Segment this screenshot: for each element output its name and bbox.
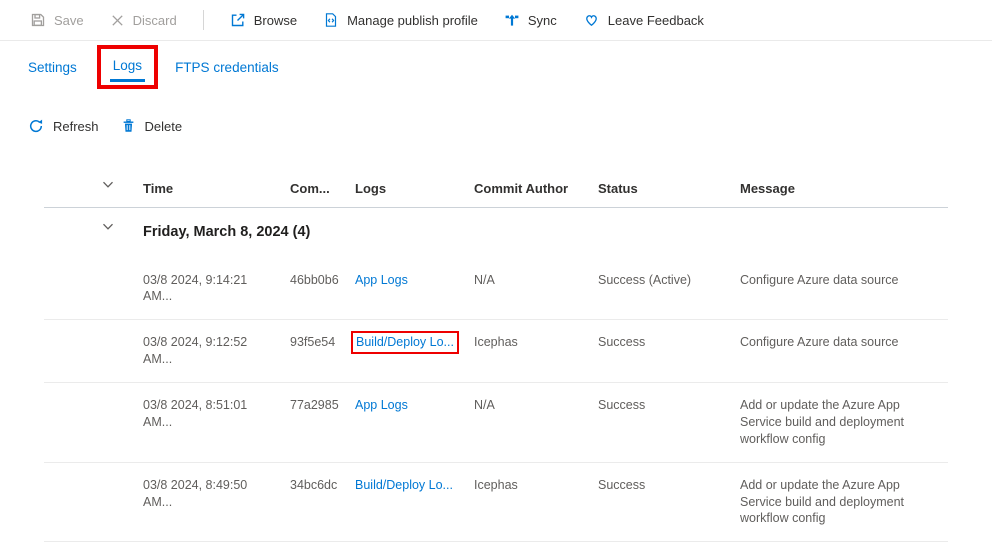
trash-icon xyxy=(121,118,136,134)
cell-time: 03/8 2024, 8:51:01 AM... xyxy=(143,383,290,462)
delete-button[interactable]: Delete xyxy=(121,118,183,134)
refresh-icon xyxy=(28,118,44,134)
tab-ftps-credentials[interactable]: FTPS credentials xyxy=(175,52,279,83)
leave-feedback-label: Leave Feedback xyxy=(608,13,704,28)
toolbar: Save Discard Browse Manage publi xyxy=(0,0,992,41)
publish-profile-icon xyxy=(323,12,339,28)
table-row[interactable]: 03/8 2024, 9:14:21 AM... 46bb0b6 App Log… xyxy=(44,258,948,321)
cell-author: Icephas xyxy=(474,320,598,382)
table-row[interactable]: 03/8 2024, 9:12:52 AM... 93f5e54 Build/D… xyxy=(44,320,948,383)
leave-feedback-button[interactable]: Leave Feedback xyxy=(583,12,704,28)
cell-time: 03/8 2024, 9:14:21 AM... xyxy=(143,258,290,320)
delete-label: Delete xyxy=(145,119,183,134)
cell-author: N/A xyxy=(474,258,598,320)
cell-message: Configure Azure data source xyxy=(740,258,948,320)
row-expander-spacer xyxy=(44,383,143,462)
cell-commit: 46bb0b6 xyxy=(290,258,355,320)
column-header-commit[interactable]: Com... xyxy=(290,170,355,207)
sync-icon xyxy=(504,12,520,28)
collapse-all-chevron[interactable] xyxy=(44,170,143,207)
build-deploy-link-annotation-box: Build/Deploy Lo... xyxy=(351,331,459,354)
toolbar-separator xyxy=(203,10,204,30)
cell-status: Success xyxy=(598,320,740,382)
group-header-label: Friday, March 8, 2024 (4) xyxy=(143,208,948,258)
discard-label: Discard xyxy=(133,13,177,28)
browse-button[interactable]: Browse xyxy=(230,12,297,28)
browse-external-icon xyxy=(230,12,246,28)
manage-publish-profile-label: Manage publish profile xyxy=(347,13,478,28)
column-header-status[interactable]: Status xyxy=(598,170,740,207)
cell-message: Configure Azure data source xyxy=(740,320,948,382)
table-header-row: Time Com... Logs Commit Author Status Me… xyxy=(44,170,948,208)
cell-status: Success xyxy=(598,463,740,542)
table-row[interactable]: 03/8 2024, 8:49:50 AM... 34bc6dc Build/D… xyxy=(44,463,948,543)
column-header-logs[interactable]: Logs xyxy=(355,170,474,207)
cell-commit: 77a2985 xyxy=(290,383,355,462)
column-header-message[interactable]: Message xyxy=(740,170,948,207)
discard-button[interactable]: Discard xyxy=(110,13,177,28)
cell-message: Add or update the Azure App Service buil… xyxy=(740,383,948,462)
column-header-commit-author[interactable]: Commit Author xyxy=(474,170,598,207)
cell-time: 03/8 2024, 9:12:52 AM... xyxy=(143,320,290,382)
sync-button[interactable]: Sync xyxy=(504,12,557,28)
refresh-label: Refresh xyxy=(53,119,99,134)
cell-author: N/A xyxy=(474,383,598,462)
tab-logs[interactable]: Logs xyxy=(110,58,145,82)
app-logs-link[interactable]: App Logs xyxy=(355,398,408,412)
row-expander-spacer xyxy=(44,463,143,542)
group-collapse-chevron[interactable] xyxy=(44,208,143,258)
column-header-time[interactable]: Time xyxy=(143,170,290,207)
cell-status: Success xyxy=(598,383,740,462)
cell-commit: 93f5e54 xyxy=(290,320,355,382)
tab-settings[interactable]: Settings xyxy=(28,52,77,83)
manage-publish-profile-button[interactable]: Manage publish profile xyxy=(323,12,478,28)
cell-author: Icephas xyxy=(474,463,598,542)
discard-x-icon xyxy=(110,13,125,28)
sync-label: Sync xyxy=(528,13,557,28)
build-deploy-logs-link[interactable]: Build/Deploy Lo... xyxy=(355,478,453,492)
browse-label: Browse xyxy=(254,13,297,28)
build-deploy-logs-link[interactable]: Build/Deploy Lo... xyxy=(356,335,454,349)
logs-tab-annotation-box: Logs xyxy=(97,45,158,89)
tab-bar: Settings Logs FTPS credentials xyxy=(0,41,992,98)
save-label: Save xyxy=(54,13,84,28)
cell-time: 03/8 2024, 8:49:50 AM... xyxy=(143,463,290,542)
refresh-button[interactable]: Refresh xyxy=(28,118,99,134)
row-expander-spacer xyxy=(44,320,143,382)
cell-commit: 34bc6dc xyxy=(290,463,355,542)
save-icon xyxy=(30,12,46,28)
save-button[interactable]: Save xyxy=(30,12,84,28)
command-bar: Refresh Delete xyxy=(0,115,992,137)
cell-status: Success (Active) xyxy=(598,258,740,320)
table-row[interactable]: 03/8 2024, 8:51:01 AM... 77a2985 App Log… xyxy=(44,383,948,463)
app-logs-link[interactable]: App Logs xyxy=(355,273,408,287)
cell-message: Add or update the Azure App Service buil… xyxy=(740,463,948,542)
row-expander-spacer xyxy=(44,258,143,320)
group-header-row[interactable]: Friday, March 8, 2024 (4) xyxy=(44,208,948,258)
deployment-logs-table: Time Com... Logs Commit Author Status Me… xyxy=(44,170,948,542)
heart-icon xyxy=(583,12,600,28)
